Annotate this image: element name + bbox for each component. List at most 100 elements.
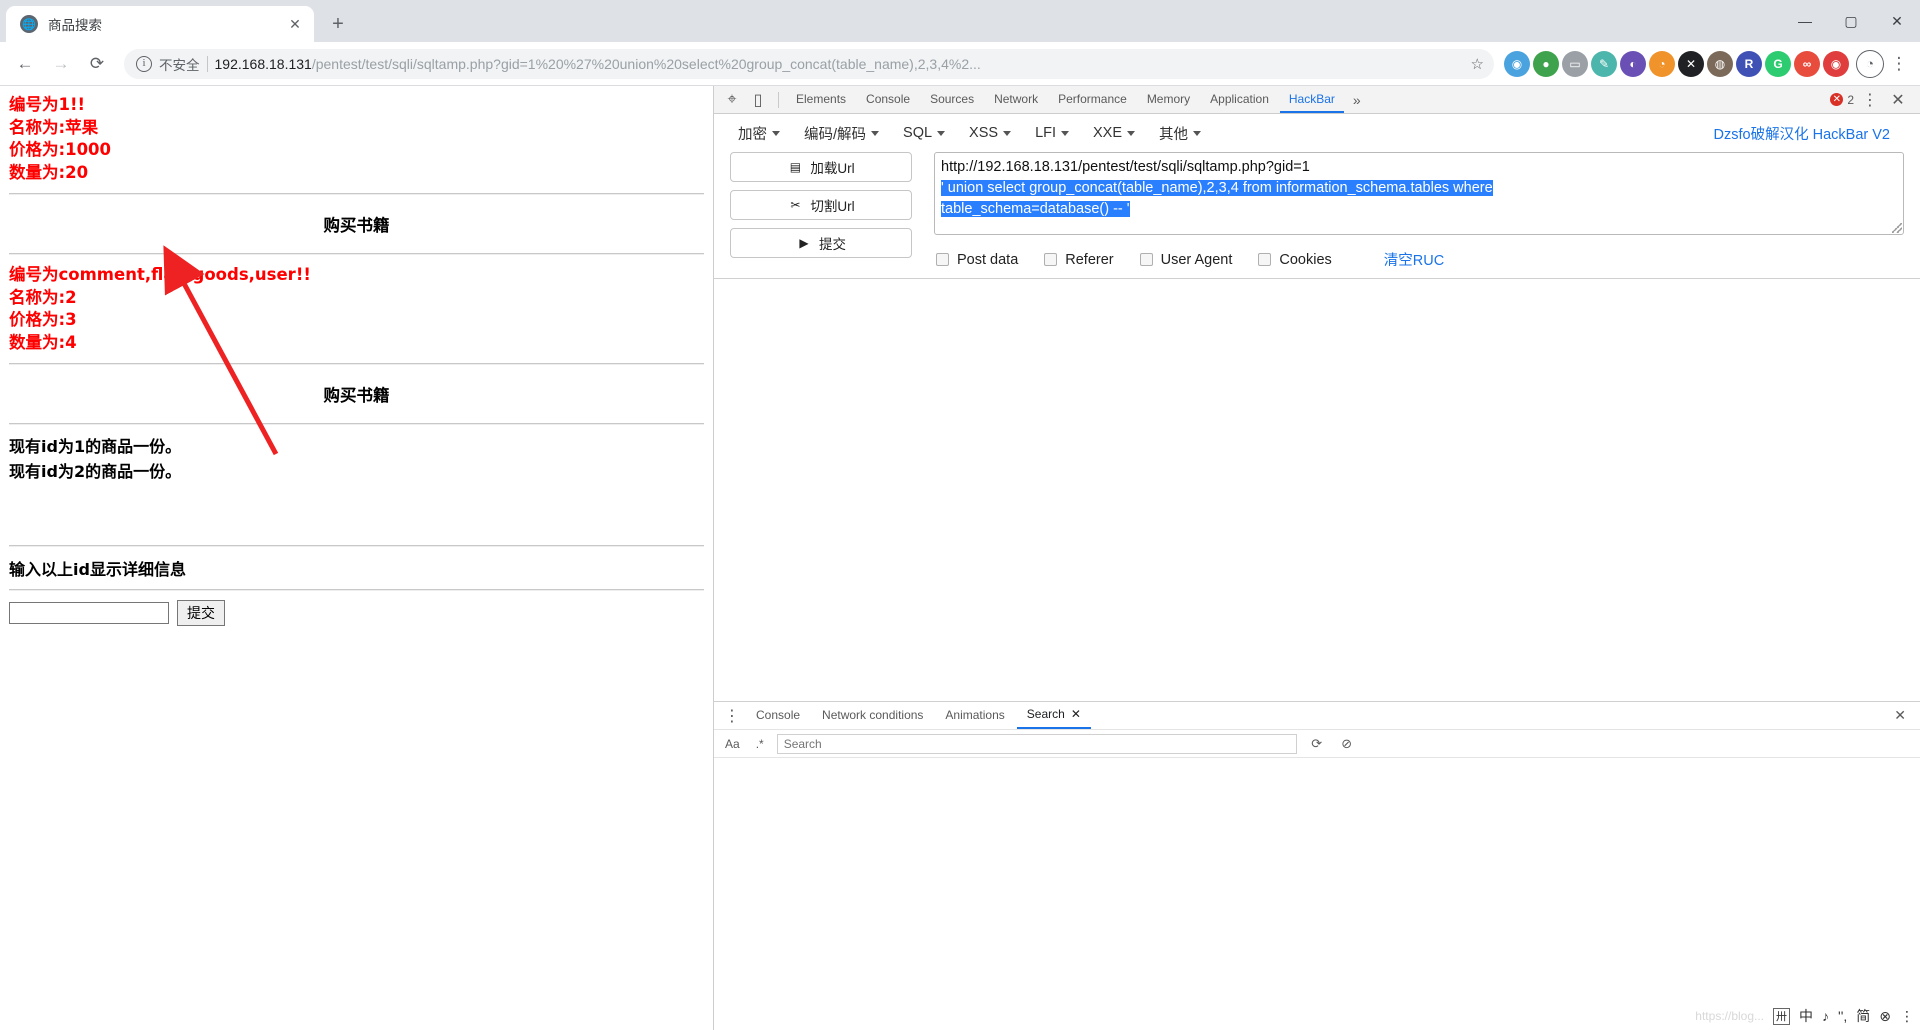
search-input[interactable] xyxy=(776,733,1297,754)
tab-elements[interactable]: Elements xyxy=(787,86,855,113)
more-tabs-icon[interactable]: » xyxy=(1346,92,1368,108)
tab-hackbar[interactable]: HackBar xyxy=(1279,86,1344,113)
button-label: 提交 xyxy=(819,237,846,252)
drawer-tab-network-conditions[interactable]: Network conditions xyxy=(812,702,933,729)
ime-punctuation-icon[interactable]: ♪ xyxy=(1822,1008,1829,1024)
extension-icon-2[interactable]: ▭ xyxy=(1562,50,1588,77)
device-toolbar-icon[interactable]: ▯ xyxy=(746,89,770,111)
drawer-tab-console[interactable]: Console xyxy=(746,702,810,729)
ime-shape-icon[interactable]: '', xyxy=(1838,1008,1847,1024)
chevron-down-icon xyxy=(871,130,880,136)
extension-icon-1[interactable]: ● xyxy=(1533,50,1559,77)
button-label: 加载Url xyxy=(810,161,855,176)
drawer-menu-icon[interactable]: ⋮ xyxy=(720,705,744,727)
ime-language-toggle[interactable]: 中 xyxy=(1799,1006,1813,1026)
error-badge[interactable]: ✕ 2 xyxy=(1830,93,1854,107)
split-url-button[interactable]: ✂ 切割Url xyxy=(730,190,912,220)
checkbox-post-data[interactable]: Post data xyxy=(936,252,1018,268)
divider xyxy=(9,193,704,195)
drawer-tab-animations[interactable]: Animations xyxy=(935,702,1014,729)
checkbox-cookies[interactable]: Cookies xyxy=(1258,252,1332,268)
execute-button[interactable]: ▶ 提交 xyxy=(730,228,912,258)
menu-xxe[interactable]: XXE xyxy=(1083,121,1145,145)
reload-icon[interactable]: ⟳ xyxy=(80,47,114,81)
load-url-button[interactable]: ▤ 加载Url xyxy=(730,152,912,182)
menu-lfi[interactable]: LFI xyxy=(1025,121,1079,145)
clear-url-link[interactable]: 清空RUC xyxy=(1384,249,1444,270)
menu-xss[interactable]: XSS xyxy=(959,121,1021,145)
back-icon[interactable]: ← xyxy=(8,47,42,81)
menu-label: 编码/解码 xyxy=(804,126,867,143)
devtools-settings-icon[interactable]: ⋮ xyxy=(1858,89,1882,111)
tab-performance[interactable]: Performance xyxy=(1049,86,1136,113)
ime-mode-toggle[interactable]: 简 xyxy=(1856,1006,1870,1026)
browser-tab[interactable]: 🌐 商品搜索 ✕ xyxy=(6,6,314,42)
error-count: 2 xyxy=(1847,92,1854,107)
tab-application[interactable]: Application xyxy=(1201,86,1278,113)
window-close-button[interactable]: ✕ xyxy=(1874,0,1920,42)
id-input[interactable] xyxy=(9,602,169,624)
menu-label: 其他 xyxy=(1159,126,1189,143)
tab-sources[interactable]: Sources xyxy=(921,86,983,113)
maximize-button[interactable]: ▢ xyxy=(1828,0,1874,42)
match-case-button[interactable]: Aa xyxy=(722,737,743,751)
extension-icon-6[interactable]: ✕ xyxy=(1678,50,1704,77)
menu-encrypt[interactable]: 加密 xyxy=(728,119,790,148)
tab-network[interactable]: Network xyxy=(985,86,1047,113)
ime-menu-icon[interactable]: ⋮ xyxy=(1900,1008,1914,1025)
divider xyxy=(9,545,704,547)
minimize-button[interactable]: — xyxy=(1782,0,1828,42)
extension-icon-3[interactable]: ✎ xyxy=(1591,50,1617,77)
hackbar-body: ▤ 加载Url ✂ 切割Url ▶ 提交 http://192.168.18.1… xyxy=(714,152,1920,270)
form-prompt: 输入以上id显示详细信息 xyxy=(9,560,186,579)
profile-avatar[interactable]: ◔ xyxy=(1856,49,1884,78)
extension-icon-7[interactable]: ◍ xyxy=(1707,50,1733,77)
extension-icon-10[interactable]: ∞ xyxy=(1794,50,1820,77)
submit-button[interactable]: 提交 xyxy=(177,600,225,626)
record1-price: 价格为:1000 xyxy=(9,140,112,159)
drawer-close-icon[interactable]: ✕ xyxy=(1886,707,1914,724)
resize-handle[interactable] xyxy=(1892,223,1902,233)
url-text: 192.168.18.131/pentest/test/sqli/sqltamp… xyxy=(215,56,1458,72)
watermark: https://blog... xyxy=(1695,1009,1765,1023)
refresh-icon[interactable]: ⟳ xyxy=(1307,736,1327,752)
security-status: 不安全 xyxy=(159,57,200,73)
extension-icon-0[interactable]: ◉ xyxy=(1504,50,1530,77)
checkbox-label: Referer xyxy=(1065,251,1114,268)
checkbox-referer[interactable]: Referer xyxy=(1044,251,1114,268)
devtools-drawer: ⋮ Console Network conditions Animations … xyxy=(714,701,1920,1030)
tab-memory[interactable]: Memory xyxy=(1138,86,1199,113)
menu-encode-decode[interactable]: 编码/解码 xyxy=(794,119,889,148)
menu-other[interactable]: 其他 xyxy=(1149,119,1211,148)
browser-menu-icon[interactable]: ⋮ xyxy=(1886,54,1912,74)
payload-wrapper-2: table_schema=database() -- ' xyxy=(941,199,1897,220)
record2-qty: 数量为:4 xyxy=(9,332,77,352)
ime-grid-icon[interactable]: 卅 xyxy=(1773,1007,1791,1025)
drawer-tab-search[interactable]: Search ✕ xyxy=(1016,701,1091,729)
regex-button[interactable]: .* xyxy=(753,737,767,751)
devtools-tabbar: ⌖ ▯ Elements Console Sources Network Per… xyxy=(714,86,1920,114)
url-textarea[interactable]: http://192.168.18.131/pentest/test/sqli/… xyxy=(934,152,1904,235)
extension-icon-9[interactable]: G xyxy=(1765,50,1791,77)
extension-icon-4[interactable]: ◐ xyxy=(1620,50,1646,77)
address-bar[interactable]: i 不安全 192.168.18.131/pentest/test/sqli/s… xyxy=(124,48,1494,79)
checkbox-user-agent[interactable]: User Agent xyxy=(1139,252,1232,268)
close-icon[interactable]: ✕ xyxy=(286,15,304,33)
extension-icon-5[interactable]: ◔ xyxy=(1649,50,1675,77)
ime-emoji-icon[interactable]: ⊗ xyxy=(1879,1008,1891,1025)
devtools-close-icon[interactable]: ✕ xyxy=(1886,89,1910,111)
extension-icon-11[interactable]: ◉ xyxy=(1823,50,1849,77)
tab-console[interactable]: Console xyxy=(857,86,919,113)
close-icon[interactable]: ✕ xyxy=(1071,701,1081,728)
clear-icon[interactable]: ⊘ xyxy=(1337,736,1357,752)
extension-icon-8[interactable]: R xyxy=(1736,50,1762,77)
bookmark-star-icon[interactable]: ☆ xyxy=(1465,55,1484,73)
forward-icon[interactable]: → xyxy=(44,47,78,81)
new-tab-button[interactable]: + xyxy=(322,8,354,40)
info-icon[interactable]: i xyxy=(136,55,152,72)
inspect-element-icon[interactable]: ⌖ xyxy=(720,89,744,111)
menu-sql[interactable]: SQL xyxy=(893,121,955,145)
hackbar-url-area: http://192.168.18.131/pentest/test/sqli/… xyxy=(934,152,1904,270)
payload-wrapper: ' union select group_concat(table_name),… xyxy=(941,178,1897,199)
